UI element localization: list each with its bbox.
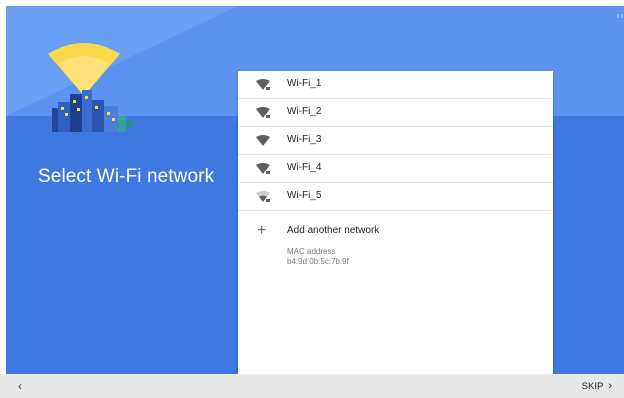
network-item[interactable]: Wi-Fi_4 xyxy=(238,155,553,183)
plus-icon: + xyxy=(257,222,267,239)
bottom-navigation-bar: ‹ SKIP › xyxy=(0,374,624,398)
wifi-icon xyxy=(256,135,270,146)
network-label: Wi-Fi_1 xyxy=(287,78,322,89)
network-label: Wi-Fi_4 xyxy=(287,162,322,173)
mac-address-value: b4:9d:0b:5c:7b:9f xyxy=(287,257,349,266)
network-item[interactable]: Wi-Fi_3 xyxy=(238,127,553,155)
add-network-button[interactable]: + Add another network xyxy=(238,219,553,245)
network-item[interactable]: Wi-Fi_5 xyxy=(238,183,553,211)
skip-button[interactable]: SKIP › xyxy=(582,380,612,392)
mac-address-label: MAC address xyxy=(287,247,336,256)
skip-label: SKIP xyxy=(581,381,604,392)
wifi-weak-secured-icon xyxy=(256,191,270,202)
network-item[interactable]: Wi-Fi_2 xyxy=(238,99,553,127)
city-wifi-illustration xyxy=(48,43,134,132)
network-label: Wi-Fi_3 xyxy=(287,134,322,145)
add-network-label: Add another network xyxy=(287,225,380,236)
network-label: Wi-Fi_5 xyxy=(287,190,322,201)
network-item[interactable]: Wi-Fi_1 xyxy=(238,71,553,99)
chevron-right-icon: › xyxy=(608,380,612,392)
page-title: Select Wi-Fi network xyxy=(38,166,215,187)
back-button[interactable]: ‹ xyxy=(18,379,22,393)
wifi-secured-icon xyxy=(256,107,270,118)
wifi-secured-icon xyxy=(256,163,270,174)
network-label: Wi-Fi_2 xyxy=(287,106,322,117)
wifi-network-list: Wi-Fi_1 Wi-Fi_2 Wi-Fi_3 Wi-Fi_4 Wi-Fi_5 … xyxy=(238,71,553,374)
corner-icon xyxy=(617,14,623,18)
wifi-secured-icon xyxy=(256,79,270,90)
